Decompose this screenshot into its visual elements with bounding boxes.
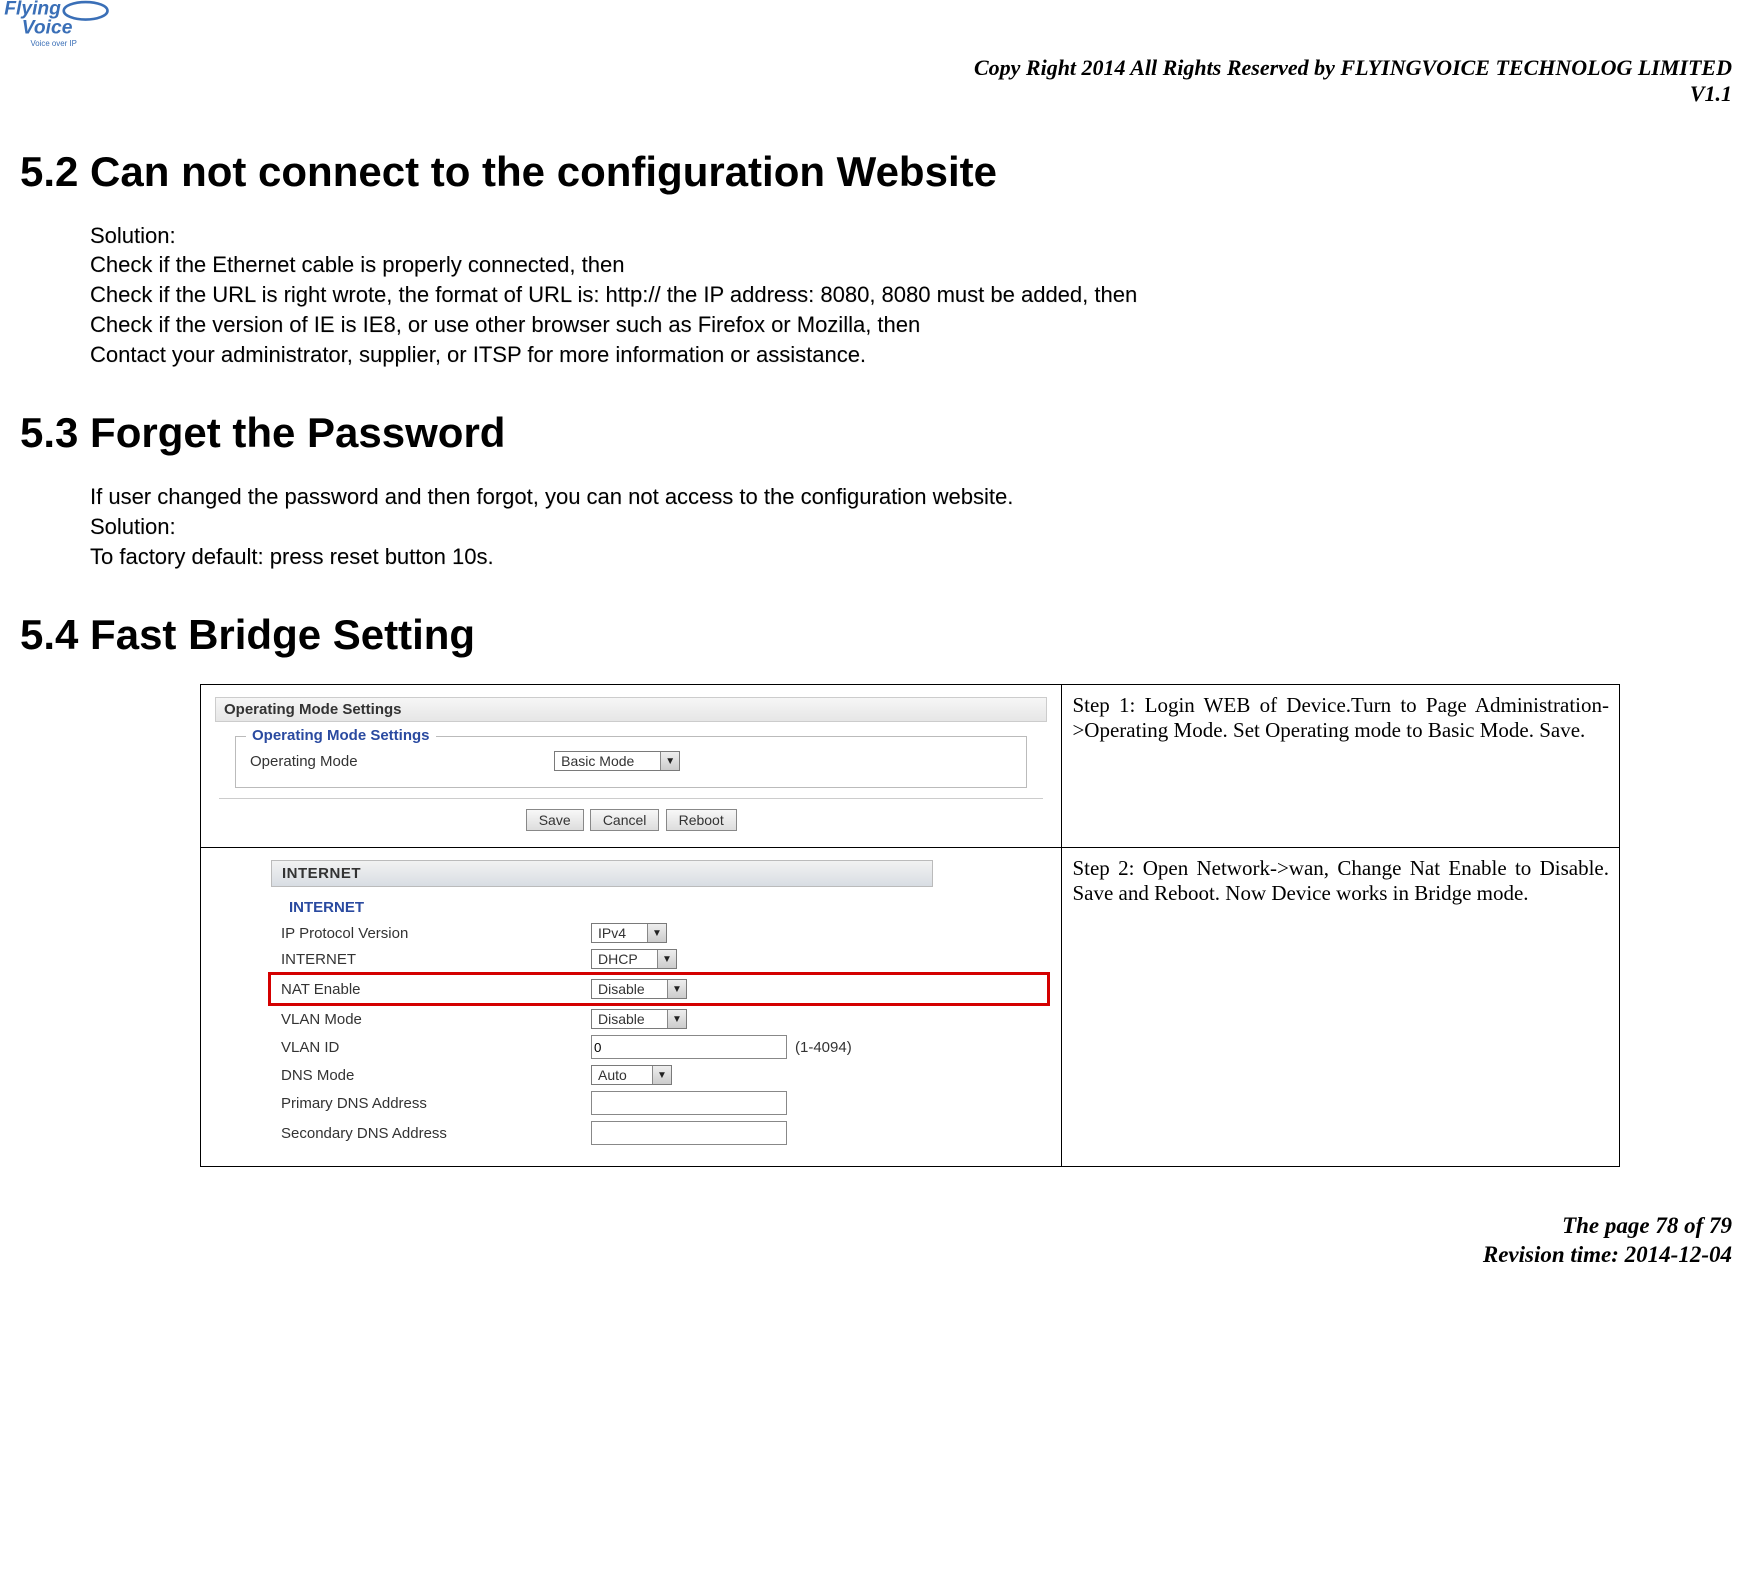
section-5-3-title: 5.3 Forget the Password (20, 409, 1732, 457)
section-5-2-body: Solution: Check if the Ethernet cable is… (90, 221, 1732, 369)
table-row: INTERNET INTERNET IP Protocol Version IP… (201, 848, 1620, 1167)
chevron-down-icon: ▼ (667, 980, 686, 998)
step2-description: Step 2: Open Network->wan, Change Nat En… (1062, 848, 1620, 1167)
save-button[interactable]: Save (526, 809, 584, 831)
section-5-3-body: If user changed the password and then fo… (90, 482, 1732, 571)
svg-text:Voice: Voice (22, 18, 73, 39)
chevron-down-icon: ▼ (647, 924, 666, 942)
vlan-id-input[interactable] (591, 1035, 787, 1059)
version-line: V1.1 (20, 81, 1732, 107)
vlan-id-hint: (1-4094) (795, 1039, 852, 1056)
nat-enable-select[interactable]: Disable▼ (591, 979, 687, 999)
section-5-2-title: 5.2 Can not connect to the configuration… (20, 148, 1732, 196)
internet-subheader: INTERNET (289, 899, 1047, 916)
primary-dns-input[interactable] (591, 1091, 787, 1115)
secondary-dns-label: Secondary DNS Address (281, 1125, 591, 1142)
revision-time: Revision time: 2014-12-04 (20, 1241, 1732, 1270)
panel-title: Operating Mode Settings (215, 697, 1047, 722)
vlan-id-label: VLAN ID (281, 1039, 591, 1056)
vlan-mode-select[interactable]: Disable▼ (591, 1009, 687, 1029)
nat-enable-label: NAT Enable (281, 981, 591, 998)
ip-protocol-label: IP Protocol Version (281, 925, 591, 942)
chevron-down-icon: ▼ (667, 1010, 686, 1028)
step2-screenshot: INTERNET INTERNET IP Protocol Version IP… (211, 856, 1051, 1158)
operating-mode-label: Operating Mode (250, 753, 550, 770)
chevron-down-icon: ▼ (652, 1066, 671, 1084)
fast-bridge-steps-table: Operating Mode Settings Operating Mode S… (200, 684, 1620, 1167)
step1-screenshot: Operating Mode Settings Operating Mode S… (211, 693, 1051, 839)
step1-description: Step 1: Login WEB of Device.Turn to Page… (1062, 685, 1620, 848)
svg-text:Flying: Flying (4, 0, 61, 19)
reboot-button[interactable]: Reboot (666, 809, 737, 831)
cancel-button[interactable]: Cancel (590, 809, 660, 831)
chevron-down-icon: ▼ (657, 950, 676, 968)
vlan-mode-label: VLAN Mode (281, 1011, 591, 1028)
dns-mode-label: DNS Mode (281, 1067, 591, 1084)
fieldset-legend: Operating Mode Settings (246, 727, 436, 744)
internet-select[interactable]: DHCP▼ (591, 949, 677, 969)
internet-header: INTERNET (271, 860, 933, 887)
flyingvoice-logo: Flying Voice Voice over IP (0, 0, 110, 65)
table-row: Operating Mode Settings Operating Mode S… (201, 685, 1620, 848)
secondary-dns-input[interactable] (591, 1121, 787, 1145)
internet-label: INTERNET (281, 951, 591, 968)
ip-protocol-select[interactable]: IPv4▼ (591, 923, 667, 943)
primary-dns-label: Primary DNS Address (281, 1095, 591, 1112)
section-5-4-title: 5.4 Fast Bridge Setting (20, 611, 1732, 659)
page-number: The page 78 of 79 (20, 1212, 1732, 1241)
operating-mode-select[interactable]: Basic Mode ▼ (554, 751, 680, 771)
chevron-down-icon: ▼ (660, 752, 679, 770)
dns-mode-select[interactable]: Auto▼ (591, 1065, 672, 1085)
svg-text:Voice over IP: Voice over IP (31, 39, 77, 48)
copyright-line: Copy Right 2014 All Rights Reserved by F… (20, 55, 1732, 81)
